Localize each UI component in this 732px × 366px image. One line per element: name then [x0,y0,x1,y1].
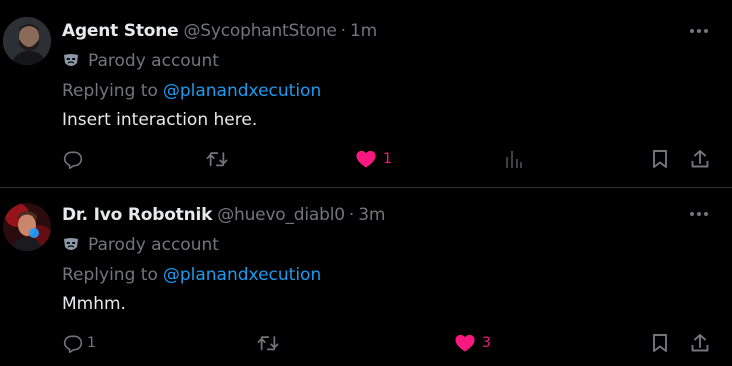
parody-mask-icon [62,52,80,70]
separator-dot: · [340,21,347,41]
display-name[interactable]: Dr. Ivo Robotnik [62,205,212,225]
timestamp[interactable]: 3m [358,205,385,225]
repost-icon [257,336,279,351]
repost-icon [206,152,228,167]
replying-to-prefix: Replying to [62,265,158,285]
replying-to: Replying to @planandxecution [62,264,321,286]
reply-icon [63,335,83,353]
post-text: Insert interaction here. [62,110,258,130]
reply-count: 1 [87,335,96,351]
views-button[interactable] [505,148,529,170]
user-handle[interactable]: @huevo_diabl0 [217,205,345,225]
bookmark-icon [653,150,667,168]
replying-to: Replying to @planandxecution [62,80,321,102]
separator-dot: · [348,205,355,225]
replying-to-mention[interactable]: @planandxecution [163,265,321,285]
post-text: Mmhm. [62,294,126,314]
share-icon [691,334,709,352]
user-handle[interactable]: @SycophantStone [184,21,337,41]
bookmark-button[interactable] [651,332,669,354]
reply-post[interactable]: Dr. Ivo Robotnik @huevo_diabl0 · 3m Paro… [0,188,732,366]
reply-icon [63,151,83,169]
display-name[interactable]: Agent Stone [62,21,179,41]
avatar[interactable] [3,17,51,65]
like-button[interactable]: 3 [454,332,491,354]
reply-button[interactable] [63,148,89,170]
share-icon [691,150,709,168]
parody-mask-icon [62,236,80,254]
avatar-image [3,17,51,65]
repost-button[interactable] [257,332,285,354]
views-icon [506,151,522,168]
bookmark-icon [653,334,667,352]
more-options-button[interactable] [686,21,712,41]
like-icon [455,334,475,352]
more-icon [690,212,708,216]
replying-to-mention[interactable]: @planandxecution [163,81,321,101]
avatar[interactable] [3,203,51,251]
like-count: 1 [383,151,392,167]
avatar-image [3,203,51,251]
bookmark-button[interactable] [651,148,669,170]
reply-post[interactable]: Agent Stone @SycophantStone · 1m Parody … [0,0,732,187]
more-options-button[interactable] [686,204,712,224]
share-button[interactable] [690,148,710,170]
like-button[interactable]: 1 [355,148,392,170]
replying-to-prefix: Replying to [62,81,158,101]
parody-label-text: Parody account [88,51,219,71]
like-count: 3 [482,335,491,351]
parody-label: Parody account [62,234,219,256]
more-icon [690,29,708,33]
parody-label-text: Parody account [88,235,219,255]
like-icon [356,150,376,168]
reply-button[interactable]: 1 [63,332,96,354]
share-button[interactable] [690,332,710,354]
parody-label: Parody account [62,50,219,72]
timestamp[interactable]: 1m [350,21,377,41]
repost-button[interactable] [206,148,234,170]
